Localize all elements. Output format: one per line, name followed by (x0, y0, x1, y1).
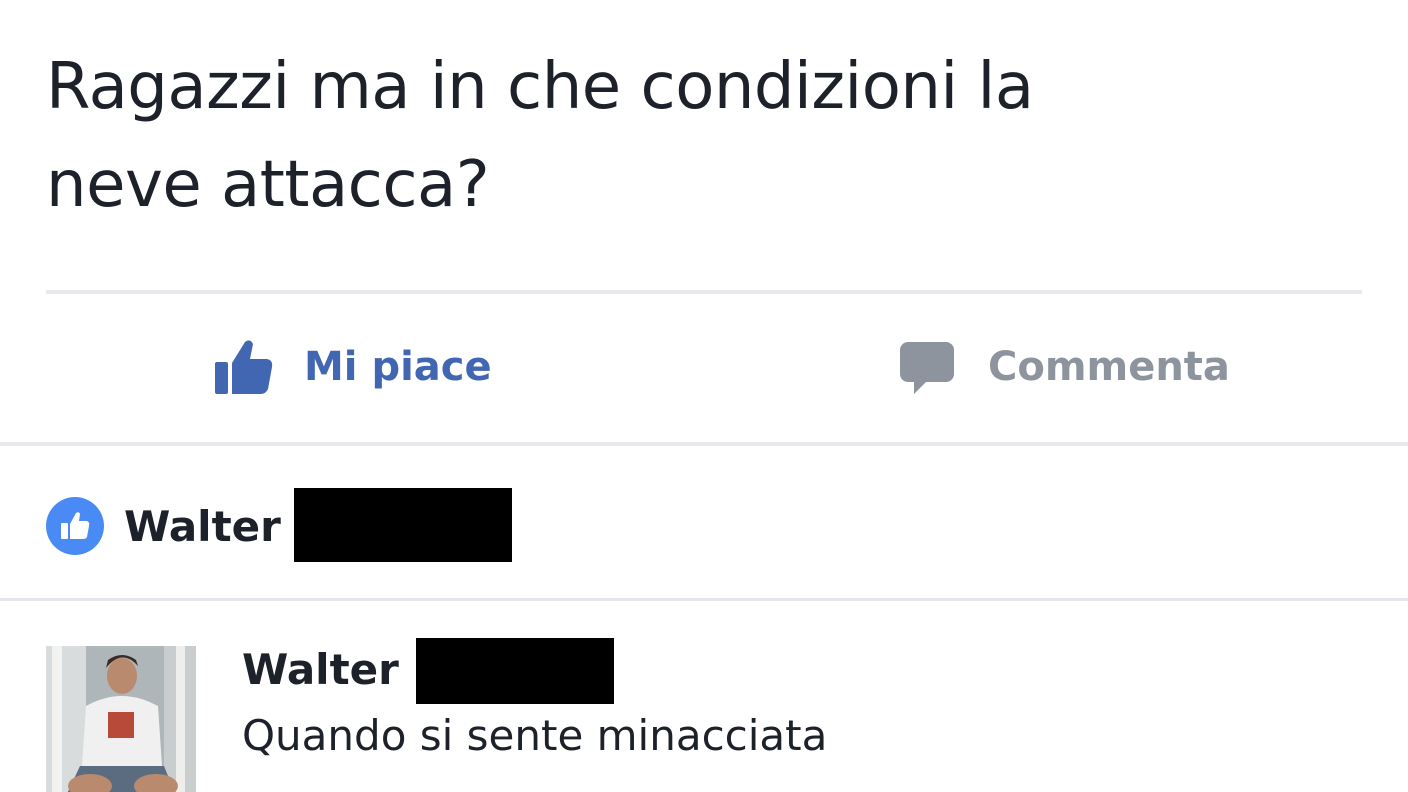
divider (0, 598, 1408, 601)
likes-user-name: Walter (124, 501, 281, 551)
redaction-bar (294, 488, 512, 562)
redaction-bar (416, 638, 614, 704)
post-text-line-1: Ragazzi ma in che condizioni la (46, 50, 1034, 124)
divider (46, 290, 1362, 294)
like-button[interactable]: Mi piace (212, 332, 492, 402)
like-button-label: Mi piace (304, 344, 492, 390)
comment-button-label: Commenta (988, 344, 1230, 390)
thumbs-up-icon (212, 336, 274, 398)
likes-summary[interactable]: Walter (46, 488, 281, 564)
comment-text: Quando si sente minacciata (242, 711, 828, 760)
action-bar: Mi piace Commenta (0, 296, 1408, 442)
post-text-line-2: neve attacca? (46, 148, 490, 222)
avatar[interactable] (46, 646, 196, 792)
facebook-post: Ragazzi ma in che condizioni la neve att… (0, 0, 1408, 792)
speech-bubble-icon (896, 336, 958, 398)
comment-button[interactable]: Commenta (896, 332, 1230, 402)
post-text: Ragazzi ma in che condizioni la neve att… (46, 38, 1346, 234)
comment-author-name[interactable]: Walter (242, 640, 399, 700)
divider (0, 442, 1408, 446)
like-badge-icon (46, 497, 104, 555)
